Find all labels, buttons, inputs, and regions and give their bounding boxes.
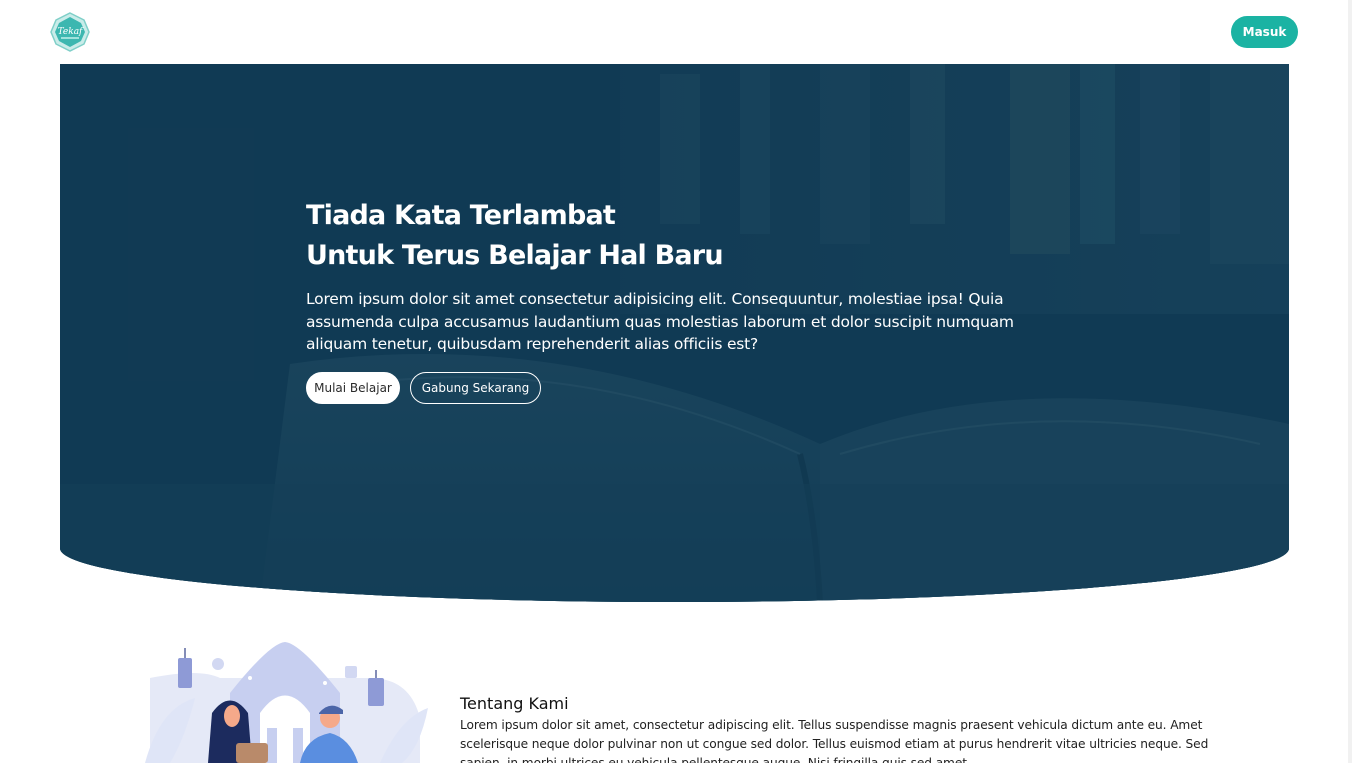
about-title: Tentang Kami bbox=[460, 694, 569, 713]
hero-title-line-1: Tiada Kata Terlambat bbox=[306, 200, 616, 231]
about-section: Tentang Kami Lorem ipsum dolor sit amet,… bbox=[460, 692, 1230, 763]
join-now-button[interactable]: Gabung Sekarang bbox=[410, 371, 541, 404]
logo-text: Tekaf bbox=[58, 27, 84, 37]
start-learning-button[interactable]: Mulai Belajar bbox=[306, 371, 400, 404]
mosque-students-illustration-icon bbox=[145, 642, 428, 763]
hero-content: Tiada Kata Terlambat Untuk Terus Belajar… bbox=[306, 196, 1066, 404]
hero-buttons: Mulai Belajar Gabung Sekarang bbox=[306, 371, 1066, 404]
logo[interactable]: Tekaf bbox=[49, 12, 91, 52]
logo-badge-icon: Tekaf bbox=[50, 12, 90, 52]
hero-title: Tiada Kata Terlambat Untuk Terus Belajar… bbox=[306, 196, 1066, 276]
login-button[interactable]: Masuk bbox=[1231, 16, 1298, 48]
navbar: Tekaf Masuk bbox=[0, 0, 1352, 64]
hero-banner: Tiada Kata Terlambat Untuk Terus Belajar… bbox=[60, 64, 1289, 602]
page-scrollbar[interactable] bbox=[1348, 0, 1352, 763]
about-illustration bbox=[140, 638, 430, 763]
hero-description: Lorem ipsum dolor sit amet consectetur a… bbox=[306, 290, 1014, 353]
about-description: Lorem ipsum dolor sit amet, consectetur … bbox=[460, 718, 1209, 763]
page: Tekaf Masuk Tiada Kata Terlambat Untuk T… bbox=[0, 0, 1352, 763]
hero-title-line-2: Untuk Terus Belajar Hal Baru bbox=[306, 240, 724, 271]
